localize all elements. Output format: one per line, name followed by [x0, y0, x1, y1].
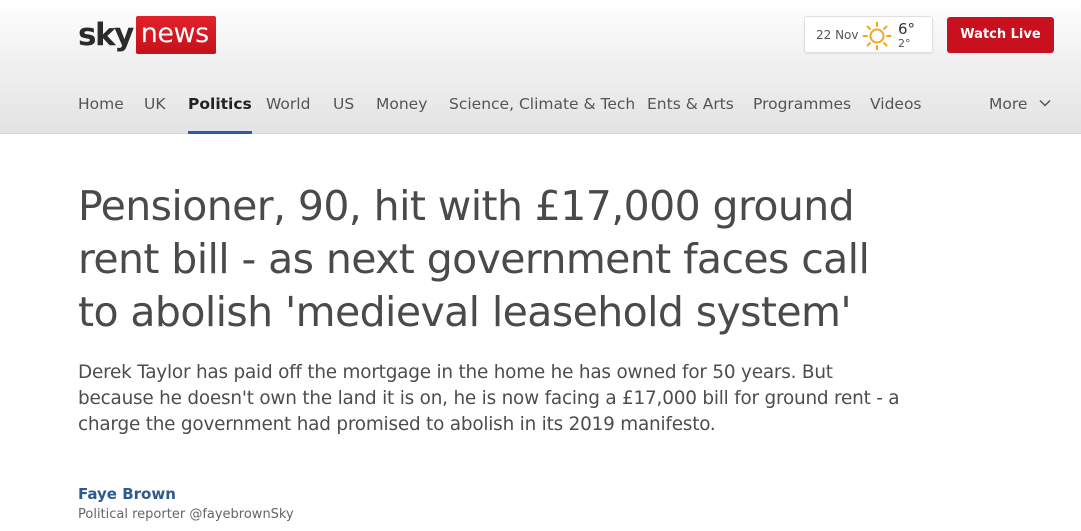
nav-item-videos[interactable]: Videos — [870, 94, 922, 134]
logo-sky-text: sky — [78, 17, 134, 53]
more-menu-button[interactable]: More — [989, 94, 1052, 114]
watch-live-button[interactable]: Watch Live — [947, 17, 1054, 53]
nav-item-uk[interactable]: UK — [144, 94, 166, 134]
sun-icon — [862, 21, 892, 51]
nav-item-science-climate-tech[interactable]: Science, Climate & Tech — [449, 94, 635, 134]
headline-line: to abolish 'medieval leasehold system' — [78, 288, 852, 336]
chevron-down-icon — [1039, 99, 1051, 107]
nav-item-home[interactable]: Home — [78, 94, 124, 134]
nav-item-world[interactable]: World — [266, 94, 310, 134]
article-headline: Pensioner, 90, hit with £17,000 ground r… — [78, 180, 908, 339]
standfirst-line: because he doesn't own the land it is on… — [78, 388, 900, 409]
nav-item-money[interactable]: Money — [376, 94, 427, 134]
sky-news-logo[interactable]: sky news — [78, 15, 216, 55]
nav-item-politics[interactable]: Politics — [188, 94, 252, 134]
headline-line: Pensioner, 90, hit with £17,000 ground — [78, 182, 855, 230]
more-label: More — [989, 95, 1028, 113]
weather-high-temp: 6° — [898, 20, 916, 38]
author-name-link[interactable]: Faye Brown — [78, 485, 176, 503]
author-title: Political reporter — [78, 507, 186, 522]
nav-item-programmes[interactable]: Programmes — [753, 94, 851, 134]
author-twitter-handle[interactable]: @fayebrownSky — [189, 507, 293, 522]
standfirst-line: charge the government had promised to ab… — [78, 414, 716, 435]
weather-widget[interactable]: 22 Nov 6° 2° — [804, 16, 933, 53]
headline-line: rent bill - as next government faces cal… — [78, 235, 870, 283]
nav-item-us[interactable]: US — [333, 94, 354, 134]
logo-news-text: news — [135, 16, 216, 54]
standfirst-line: Derek Taylor has paid off the mortgage i… — [78, 362, 833, 383]
nav-item-ents-arts[interactable]: Ents & Arts — [647, 94, 734, 134]
masthead: sky news 22 Nov 6° 2° Watch Live Home UK… — [0, 0, 1081, 134]
author-role: Political reporter @fayebrownSky — [78, 507, 294, 522]
weather-date: 22 Nov — [816, 28, 859, 42]
weather-low-temp: 2° — [898, 37, 911, 50]
article-standfirst: Derek Taylor has paid off the mortgage i… — [78, 360, 938, 438]
